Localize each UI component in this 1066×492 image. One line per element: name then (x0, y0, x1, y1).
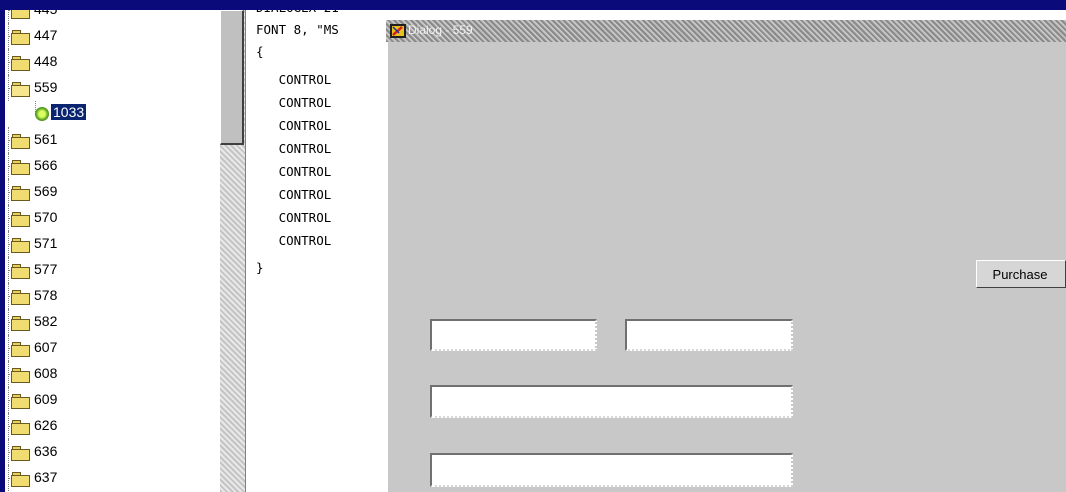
dialog-app-icon (390, 24, 406, 38)
folder-icon (11, 238, 30, 253)
code-line: CONTROL (256, 95, 332, 110)
resource-tree[interactable]: 445 447 448 559 1033 561 566 569 570 (5, 10, 220, 492)
resource-script-editor[interactable]: DIALOGEX 21 FONT 8, "MS { CONTROL CONTRO… (254, 10, 389, 492)
folder-icon (11, 160, 30, 175)
tree-item[interactable]: 578 (5, 283, 205, 309)
code-line: CONTROL (256, 233, 332, 248)
window-frame-top (0, 0, 1066, 10)
tree-item[interactable]: 561 (5, 127, 205, 153)
folder-icon (11, 342, 30, 357)
folder-icon (11, 394, 30, 409)
code-line: { (256, 44, 264, 59)
tree-item[interactable]: 577 (5, 257, 205, 283)
dialog-titlebar[interactable] (386, 20, 1066, 42)
code-line: DIALOGEX 21 (256, 10, 339, 19)
tree-item[interactable]: 447 (5, 23, 205, 49)
tree-item-1033-selected[interactable]: 1033 (5, 101, 205, 127)
text-field-4[interactable] (430, 453, 793, 487)
code-line: CONTROL (256, 72, 332, 87)
scrollbar-thumb[interactable] (220, 10, 244, 145)
dialog-preview[interactable] (386, 20, 1066, 492)
folder-icon (11, 290, 30, 305)
folder-icon (11, 368, 30, 383)
folder-icon (11, 446, 30, 461)
code-line: CONTROL (256, 187, 332, 202)
text-field-3[interactable] (430, 385, 793, 418)
tree-item[interactable]: 608 (5, 361, 205, 387)
tree-item[interactable]: 571 (5, 231, 205, 257)
text-field-2[interactable] (625, 319, 793, 351)
code-line: CONTROL (256, 118, 332, 133)
folder-icon (11, 212, 30, 227)
code-line: CONTROL (256, 164, 332, 179)
open-folder-icon (11, 82, 30, 97)
tree-item[interactable]: 582 (5, 309, 205, 335)
code-line: CONTROL (256, 210, 332, 225)
folder-icon (11, 420, 30, 435)
dialog-title: Dialog - 559 (408, 23, 473, 37)
text-field-1[interactable] (430, 319, 597, 351)
folder-icon (11, 316, 30, 331)
tree-item[interactable]: 607 (5, 335, 205, 361)
folder-icon (11, 472, 30, 487)
tree-item[interactable]: 637 (5, 465, 205, 491)
purchase-button[interactable]: Purchase (976, 260, 1066, 288)
dialog-resource-icon (35, 107, 49, 121)
folder-icon (11, 10, 30, 19)
tree-item[interactable]: 570 (5, 205, 205, 231)
folder-icon (11, 56, 30, 71)
tree-item[interactable]: 609 (5, 387, 205, 413)
tree-item[interactable]: 448 (5, 49, 205, 75)
code-line: } (256, 260, 264, 275)
code-line: FONT 8, "MS (256, 22, 339, 37)
tree-item[interactable]: 636 (5, 439, 205, 465)
tree-item[interactable]: 566 (5, 153, 205, 179)
folder-icon (11, 186, 30, 201)
tree-item[interactable]: 569 (5, 179, 205, 205)
folder-icon (11, 30, 30, 45)
tree-item[interactable]: 626 (5, 413, 205, 439)
folder-icon (11, 134, 30, 149)
tree-item-559[interactable]: 559 (5, 75, 205, 101)
tree-item[interactable]: 445 (5, 10, 205, 23)
folder-icon (11, 264, 30, 279)
code-line: CONTROL (256, 141, 332, 156)
